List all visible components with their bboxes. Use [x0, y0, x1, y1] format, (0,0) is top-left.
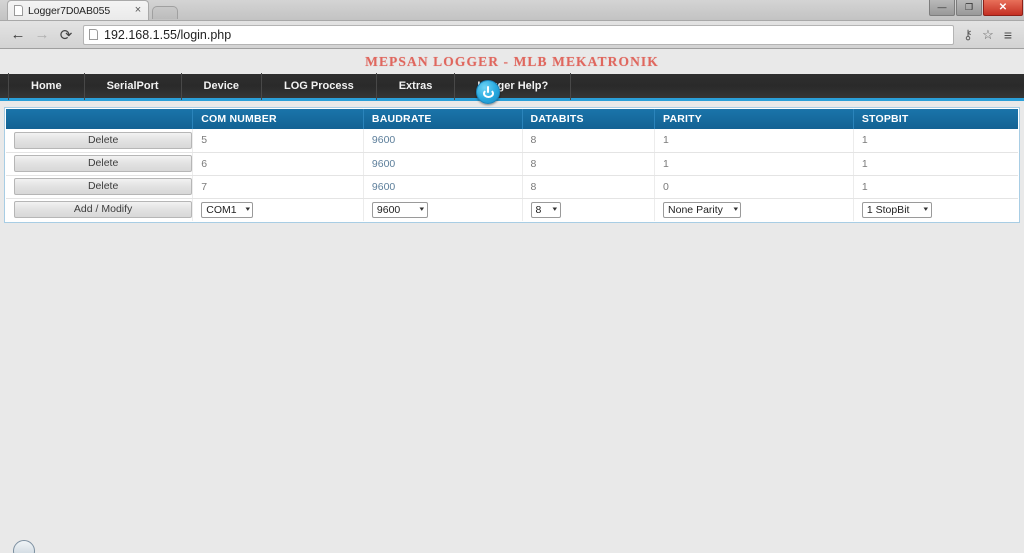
chevron-down-icon: ▾ [923, 205, 929, 213]
parity-select-value: None Parity [668, 203, 723, 216]
cell-databits: 8 [522, 129, 656, 153]
serialport-table: COM NUMBER BAUDRATE DATABITS PARITY STOP… [6, 109, 1018, 221]
minimize-icon[interactable]: — [929, 0, 955, 16]
baudrate-value: 9600 [371, 180, 396, 193]
chevron-down-icon: ▾ [552, 205, 558, 213]
back-icon[interactable]: ← [6, 23, 30, 47]
table-header-row: COM NUMBER BAUDRATE DATABITS PARITY STOP… [6, 109, 1018, 129]
baudrate-select[interactable]: 9600 ▾ [371, 201, 428, 218]
col-header-baudrate: BAUDRATE [363, 109, 523, 129]
delete-button[interactable]: Delete [14, 155, 193, 172]
nav-item-serialport[interactable]: SerialPort [85, 72, 182, 100]
forward-icon[interactable]: → [30, 23, 54, 47]
cell-parity: 1 [654, 129, 854, 153]
chevron-down-icon: ▾ [733, 205, 738, 213]
stopbit-select[interactable]: 1 StopBit ▾ [861, 201, 932, 218]
reload-icon[interactable]: ⟳ [54, 23, 78, 47]
browser-tab[interactable]: Logger7D0AB055 × [7, 0, 149, 20]
table-row: Delete 5 9600 8 1 1 [6, 129, 1018, 153]
nav-item-device[interactable]: Device [182, 72, 263, 100]
site-navbar: Home SerialPort Device LOG Process Extra… [0, 72, 1024, 104]
com-number-select[interactable]: COM1 ▾ [201, 201, 254, 218]
cell-databits: 8 [522, 175, 656, 199]
bookmark-star-icon[interactable]: ☆ [978, 24, 998, 46]
cell-parity: 1 [654, 152, 854, 176]
key-icon[interactable]: ⚷ [958, 24, 978, 46]
hamburger-menu-icon[interactable]: ≡ [998, 24, 1018, 46]
baudrate-value: 9600 [371, 157, 396, 170]
chevron-down-icon: ▾ [245, 205, 250, 213]
corner-widget-icon[interactable] [13, 540, 35, 553]
new-tab-button[interactable] [152, 6, 178, 19]
cell-com-number-select: COM1 ▾ [192, 198, 364, 221]
window-controls: — ❐ ✕ [929, 0, 1024, 17]
tab-strip: Logger7D0AB055 × — ❐ ✕ [0, 0, 1024, 21]
maximize-icon[interactable]: ❐ [956, 0, 982, 16]
browser-window: Logger7D0AB055 × — ❐ ✕ ← → ⟳ 192.168.1.5… [0, 0, 1024, 553]
delete-button[interactable]: Delete [14, 131, 193, 149]
stopbit-select-value: 1 StopBit [866, 203, 910, 216]
browser-toolbar: ← → ⟳ 192.168.1.55/login.php ⚷ ☆ ≡ [0, 21, 1024, 49]
close-window-icon[interactable]: ✕ [983, 0, 1023, 16]
col-header-com-number: COM NUMBER [192, 109, 364, 129]
cell-baudrate-select: 9600 ▾ [363, 198, 523, 221]
serialport-table-container: COM NUMBER BAUDRATE DATABITS PARITY STOP… [4, 107, 1020, 223]
col-header-databits: DATABITS [522, 109, 656, 129]
databits-select[interactable]: 8 ▾ [530, 201, 561, 218]
com-number-select-value: COM1 [206, 203, 237, 216]
delete-button[interactable]: Delete [14, 178, 193, 195]
cell-databits: 8 [522, 152, 656, 176]
cell-parity: 0 [654, 175, 854, 199]
col-header-actions [6, 109, 194, 129]
cell-stopbit-select: 1 StopBit ▾ [853, 198, 1018, 221]
nav-item-log-process[interactable]: LOG Process [262, 72, 377, 100]
nav-item-logger-help[interactable]: Logger Help? [455, 72, 572, 100]
page-viewport: MEPSAN LOGGER - MLB MEKATRONIK Home Seri… [0, 49, 1024, 553]
cell-com-number: 6 [192, 152, 364, 176]
page-info-icon [89, 29, 98, 40]
cell-action: Delete [6, 152, 194, 176]
col-header-stopbit: STOPBIT [853, 109, 1018, 129]
cell-stopbit: 1 [853, 129, 1018, 153]
close-icon[interactable]: × [132, 4, 144, 17]
tab-title: Logger7D0AB055 [28, 4, 111, 17]
url-text: 192.168.1.55/login.php [104, 27, 232, 42]
databits-select-value: 8 [535, 203, 542, 216]
page-icon [14, 5, 23, 16]
baudrate-value: 9600 [371, 134, 396, 147]
cell-com-number: 7 [192, 175, 364, 199]
cell-stopbit: 1 [853, 175, 1018, 199]
cell-action: Add / Modify [6, 198, 194, 221]
cell-databits-select: 8 ▾ [522, 198, 656, 221]
table-row: Delete 7 9600 8 0 1 [6, 175, 1018, 199]
nav-item-home[interactable]: Home [8, 72, 85, 100]
chevron-down-icon: ▾ [419, 205, 425, 213]
address-bar[interactable]: 192.168.1.55/login.php [83, 24, 954, 45]
cell-baudrate: 9600 [363, 129, 523, 153]
cell-baudrate: 9600 [363, 175, 523, 199]
power-glyph [482, 85, 495, 99]
cell-action: Delete [6, 175, 194, 199]
power-icon[interactable] [476, 80, 500, 104]
page-title: MEPSAN LOGGER - MLB MEKATRONIK [365, 54, 659, 69]
cell-stopbit: 1 [853, 152, 1018, 176]
cell-baudrate: 9600 [363, 152, 523, 176]
cell-parity-select: None Parity ▾ [654, 198, 854, 221]
table-form-row: Add / Modify COM1 ▾ 9600 ▾ 8 ▾ None Pari… [6, 198, 1018, 221]
col-header-parity: PARITY [654, 109, 854, 129]
baudrate-select-value: 9600 [376, 203, 401, 216]
add-modify-button[interactable]: Add / Modify [14, 201, 193, 219]
parity-select[interactable]: None Parity ▾ [663, 201, 742, 218]
nav-item-extras[interactable]: Extras [377, 72, 456, 100]
cell-com-number: 5 [192, 129, 364, 153]
cell-action: Delete [6, 129, 194, 153]
table-row: Delete 6 9600 8 1 1 [6, 152, 1018, 176]
